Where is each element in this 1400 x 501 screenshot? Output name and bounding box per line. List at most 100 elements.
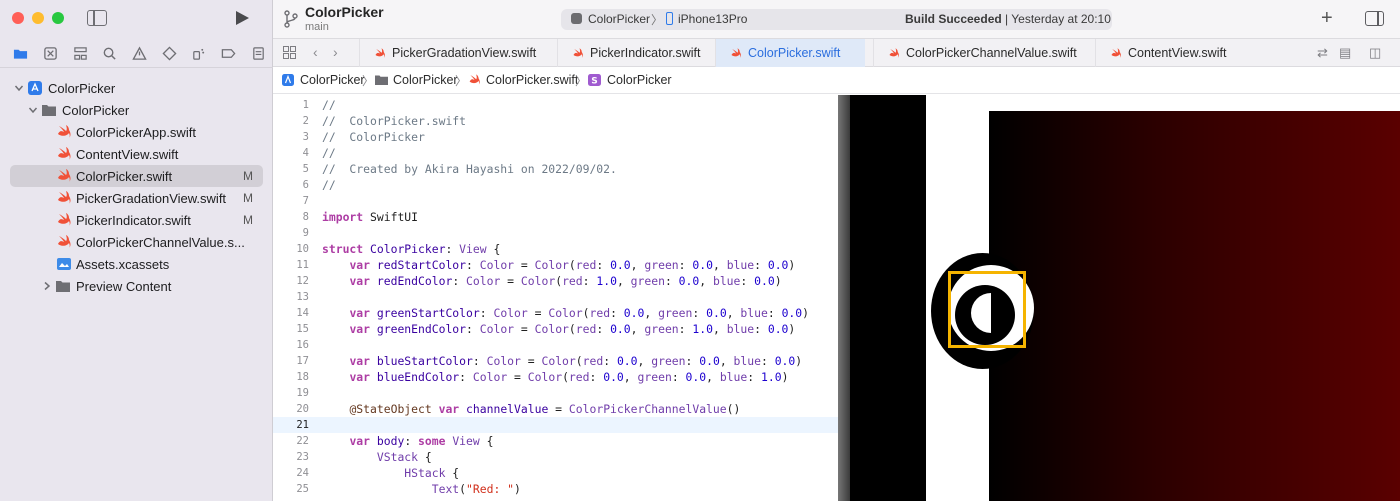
canvas-splitter[interactable] xyxy=(838,95,850,501)
zoom-window-button[interactable] xyxy=(52,12,64,24)
tree-item-file[interactable]: ColorPickerApp.swift xyxy=(0,121,273,143)
swap-icon[interactable]: ⇄ xyxy=(1317,45,1328,61)
code-line[interactable]: 14 var greenStartColor: Color = Color(re… xyxy=(273,305,838,321)
chevron-down-icon[interactable] xyxy=(14,83,24,93)
run-destination-selector[interactable]: iPhone13Pro xyxy=(678,12,747,26)
tree-item-file[interactable]: PickerIndicator.swift M xyxy=(0,209,273,231)
code-line[interactable]: 6 // xyxy=(273,177,838,193)
forward-icon[interactable]: › xyxy=(333,44,338,60)
code-line[interactable]: 20 @StateObject var channelValue = Color… xyxy=(273,401,838,417)
test-navigator-tab[interactable] xyxy=(154,39,184,67)
line-number: 25 xyxy=(296,483,309,495)
code-line[interactable]: 16 xyxy=(273,337,838,353)
code-line[interactable]: 3 // ColorPicker xyxy=(273,129,838,145)
code-token: blueStartColor xyxy=(376,354,473,368)
code-token: green xyxy=(658,306,693,320)
tree-item-file[interactable]: ColorPickerChannelValue.s... xyxy=(0,231,273,253)
xcode-project-icon xyxy=(282,74,294,86)
code-token: blue xyxy=(719,370,748,384)
source-editor[interactable]: 1//2// ColorPicker.swift 3// ColorPicker 4… xyxy=(273,95,838,501)
code-line[interactable]: 5 // Created by Akira Hayashi on 2022/09/… xyxy=(273,161,838,177)
tree-item-project[interactable]: ColorPicker xyxy=(0,77,273,99)
issue-navigator-tab[interactable] xyxy=(125,39,155,67)
code-line[interactable]: 11 var redStartColor: Color = Color(red:… xyxy=(273,257,838,273)
breakpoint-navigator-tab[interactable] xyxy=(214,39,244,67)
code-line[interactable]: 9 xyxy=(273,225,838,241)
preview-canvas[interactable] xyxy=(838,95,1400,501)
code-line[interactable]: 8 import SwiftUI xyxy=(273,209,838,225)
tree-item-file[interactable]: ContentView.swift xyxy=(0,143,273,165)
code-token: struct xyxy=(322,242,364,256)
tab-color-picker-channel-value[interactable]: ColorPickerChannelValue.swift xyxy=(873,39,1093,67)
tree-item-label: ColorPicker.swift xyxy=(76,168,173,184)
selection-outline[interactable] xyxy=(948,271,1026,348)
debug-navigator-tab[interactable] xyxy=(184,39,214,67)
editor-options-icon[interactable]: ▤ xyxy=(1339,45,1351,61)
breadcrumb: ColorPicker 〉 ColorPicker 〉 ColorPicker.… xyxy=(273,67,1400,94)
code-line[interactable]: 15 var greenEndColor: Color = Color(red:… xyxy=(273,321,838,337)
project-navigator-tab[interactable] xyxy=(6,39,36,67)
tab-content-view[interactable]: ContentView.swift xyxy=(1095,39,1245,67)
line-number: 19 xyxy=(296,387,309,399)
code-line[interactable]: 23 VStack { xyxy=(273,449,838,465)
breadcrumb-project[interactable]: ColorPicker xyxy=(300,73,365,87)
modified-badge: M xyxy=(243,213,253,227)
code-line[interactable]: 2 // ColorPicker.swift xyxy=(273,113,838,129)
code-line[interactable]: 18 var blueEndColor: Color = Color(red: … xyxy=(273,369,838,385)
chevron-down-icon[interactable] xyxy=(28,105,38,115)
split-editor-icon[interactable]: ◫ xyxy=(1369,45,1381,61)
code-line[interactable]: 24 HStack { xyxy=(273,465,838,481)
code-token: green xyxy=(644,322,679,336)
inspector-toggle-icon[interactable] xyxy=(1365,11,1384,26)
tree-item-assets[interactable]: Assets.xcassets xyxy=(0,253,273,275)
tree-item-group[interactable]: ColorPicker xyxy=(0,99,273,121)
tree-item-file-selected[interactable]: ColorPicker.swift M xyxy=(10,165,263,187)
line-number: 12 xyxy=(296,275,309,287)
minimize-window-button[interactable] xyxy=(32,12,44,24)
breadcrumb-group[interactable]: ColorPicker xyxy=(393,73,458,87)
tab-picker-gradation-view[interactable]: PickerGradationView.swift xyxy=(359,39,537,67)
chevron-right-icon[interactable] xyxy=(42,281,52,291)
sidebar-toggle-icon[interactable] xyxy=(87,10,107,26)
color-gradient-view[interactable] xyxy=(989,111,1400,501)
tree-item-group[interactable]: Preview Content xyxy=(0,275,273,297)
source-control-navigator-tab[interactable] xyxy=(36,39,66,67)
run-icon[interactable] xyxy=(236,11,249,25)
struct-symbol-icon: S xyxy=(588,74,601,86)
library-button[interactable]: + xyxy=(1321,7,1333,30)
scheme-selector[interactable]: ColorPicker xyxy=(588,12,650,26)
grid-icon[interactable] xyxy=(283,46,296,59)
breadcrumb-symbol[interactable]: ColorPicker xyxy=(607,73,672,87)
back-icon[interactable]: ‹ xyxy=(313,44,318,60)
code-line[interactable]: 7 xyxy=(273,193,838,209)
code-line[interactable]: 22 var body: some View { xyxy=(273,433,838,449)
code-line[interactable]: 1 // xyxy=(273,97,838,113)
code-line[interactable]: 17 var blueStartColor: Color = Color(red… xyxy=(273,353,838,369)
code-token: 0.0 xyxy=(610,258,631,272)
breadcrumb-file[interactable]: ColorPicker.swift xyxy=(486,73,578,87)
code-token: red xyxy=(582,354,604,368)
code-line[interactable]: 4 // xyxy=(273,145,838,161)
code-line[interactable]: 10 struct ColorPicker: View { xyxy=(273,241,838,257)
chevron-right-icon: 〉 xyxy=(362,74,375,88)
code-token: var xyxy=(438,402,460,416)
symbol-navigator-tab[interactable] xyxy=(65,39,95,67)
line-number: 4 xyxy=(302,147,309,159)
close-window-button[interactable] xyxy=(12,12,24,24)
code-line[interactable]: 19 xyxy=(273,385,838,401)
tree-item-file[interactable]: PickerGradationView.swift M xyxy=(0,187,273,209)
swift-file-icon xyxy=(58,169,71,182)
code-line[interactable]: 25 Text("Red: ") xyxy=(273,481,838,497)
code-line[interactable]: 12 var redEndColor: Color = Color(red: 1… xyxy=(273,273,838,289)
tab-color-picker[interactable]: ColorPicker.swift xyxy=(715,39,865,67)
code-line[interactable]: 13 xyxy=(273,289,838,305)
report-navigator-tab[interactable] xyxy=(243,39,273,67)
code-token: green xyxy=(630,274,665,288)
code-line[interactable]: 21 xyxy=(273,417,838,433)
find-navigator-tab[interactable] xyxy=(95,39,125,67)
code-token: 0.0 xyxy=(685,370,707,384)
preview-background xyxy=(850,95,926,501)
tab-picker-indicator[interactable]: PickerIndicator.swift xyxy=(557,39,715,67)
